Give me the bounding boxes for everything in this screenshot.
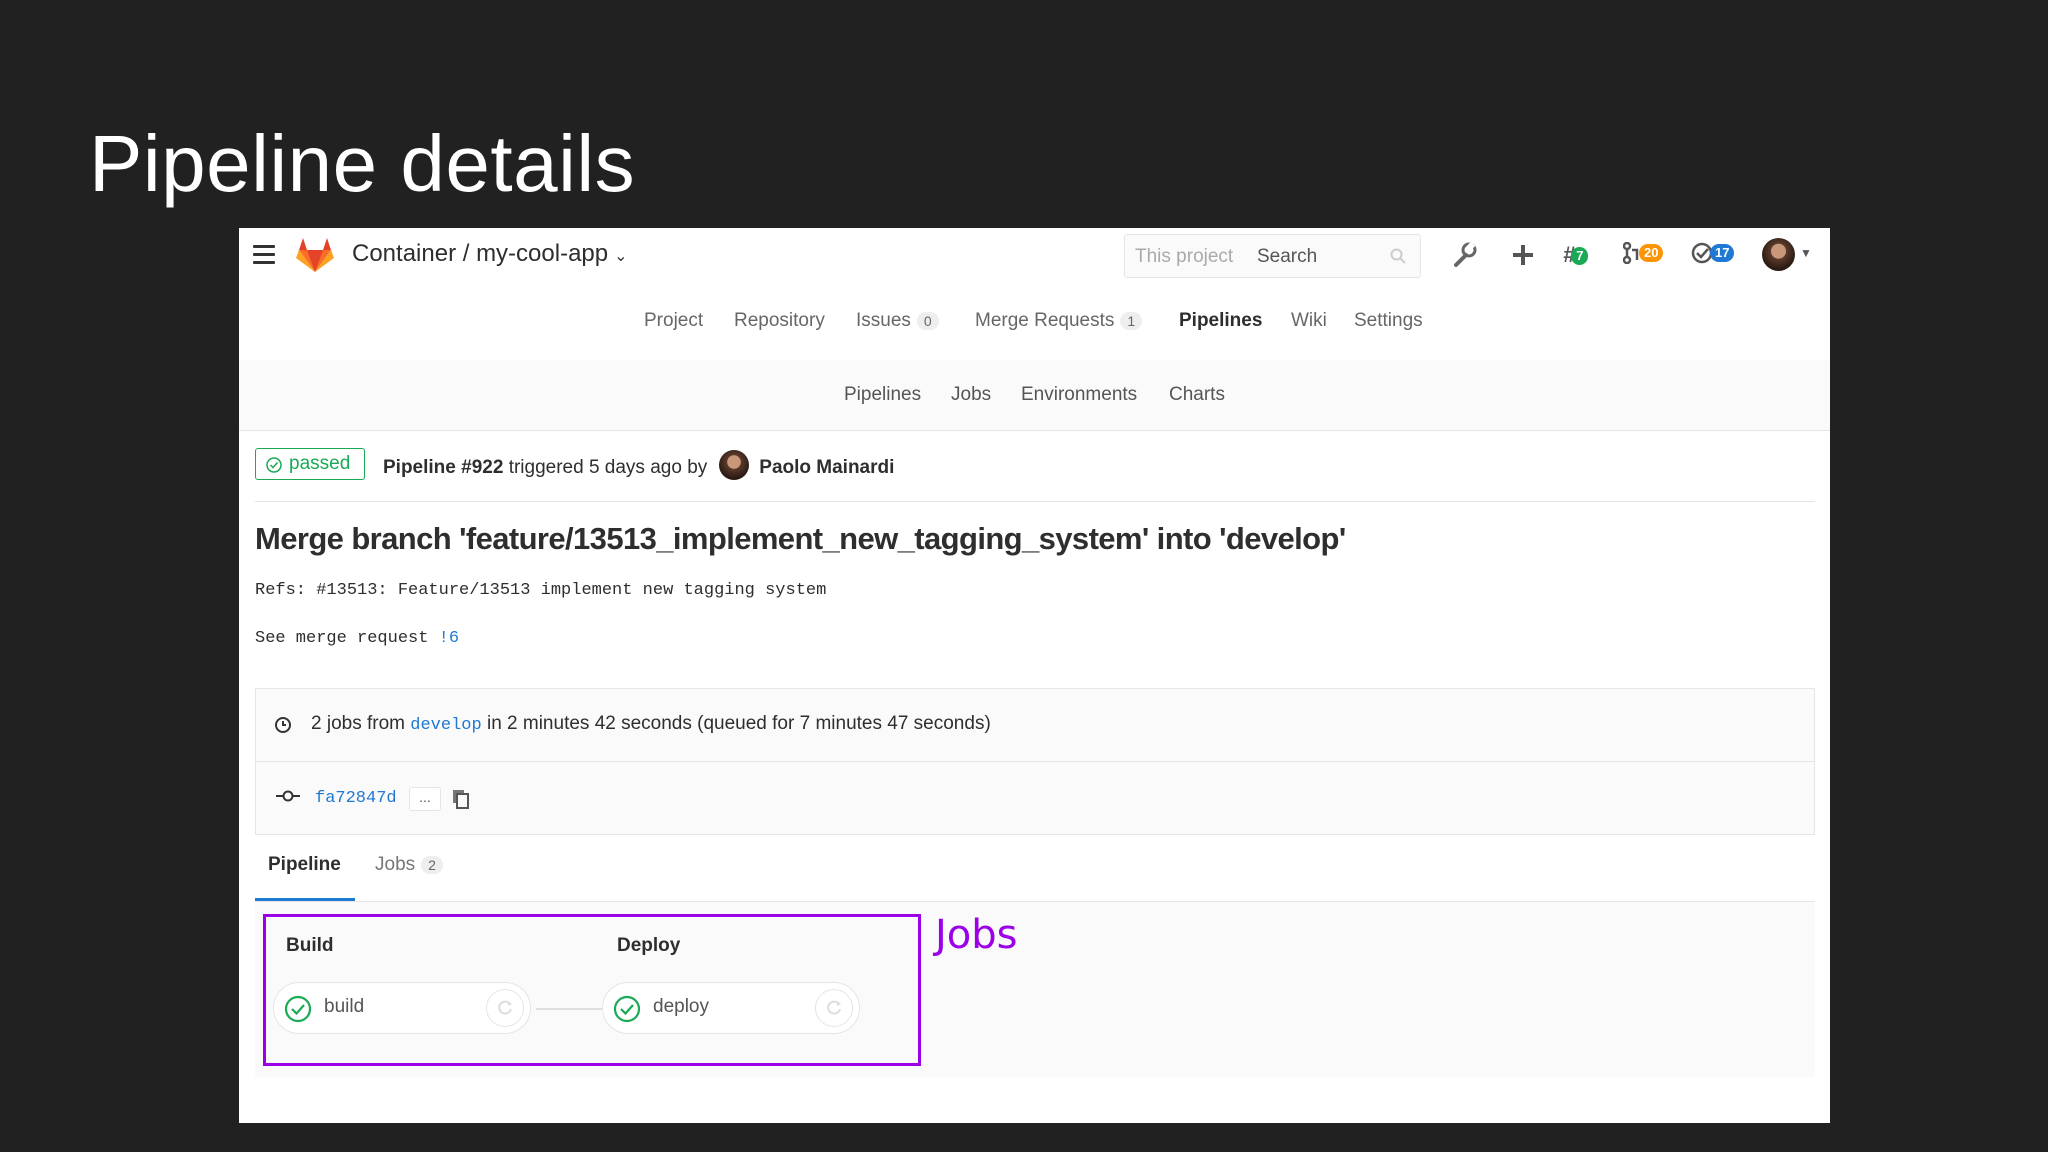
search-icon	[1390, 248, 1406, 264]
jobs-count: 2	[421, 856, 443, 874]
chevron-down-icon: ⌄	[614, 248, 628, 265]
nav-wiki-label: Wiki	[1291, 310, 1327, 331]
triggered-text: triggered 5 days ago by	[508, 457, 708, 479]
expand-commit-button[interactable]: ...	[409, 787, 441, 811]
jobs-annotation: Jobs	[935, 912, 1018, 958]
divider	[255, 501, 1815, 502]
tab-jobs-label: Jobs	[375, 854, 416, 875]
check-circle-icon	[266, 457, 282, 473]
nav-pipelines-label: Pipelines	[1179, 310, 1263, 331]
nav-repository[interactable]: Repository	[734, 310, 825, 332]
pipeline-duration-text: 2 jobs from develop in 2 minutes 42 seco…	[311, 713, 991, 735]
search-placeholder: Search	[1257, 246, 1318, 267]
mr-count-badge: 20	[1639, 244, 1664, 262]
commit-title: Merge branch 'feature/13513_implement_ne…	[255, 521, 1346, 556]
tab-pipeline[interactable]: Pipeline	[268, 854, 341, 876]
merge-request-reference: See merge request !6	[255, 629, 459, 648]
tab-jobs[interactable]: Jobs 2	[375, 854, 443, 876]
plus-icon[interactable]	[1511, 242, 1535, 268]
wrench-icon[interactable]	[1451, 242, 1477, 268]
clock-icon	[275, 717, 291, 733]
todos-count-badge: 7	[1571, 246, 1589, 265]
status-badge[interactable]: passed	[255, 448, 365, 480]
issues-shortcut[interactable]: 17	[1691, 242, 1735, 268]
commit-description: Refs: #13513: Feature/13513 implement ne…	[255, 581, 827, 600]
search-scope: This project	[1135, 246, 1234, 267]
pipeline-meta: Pipeline #922 triggered 5 days ago by Pao…	[383, 450, 894, 483]
issues-count-badge: 17	[1710, 244, 1735, 262]
subnav-pipelines[interactable]: Pipelines	[844, 384, 921, 406]
issues-count: 0	[916, 312, 939, 330]
project-title[interactable]: Container / my-cool-app ⌄	[352, 240, 628, 268]
nav-settings-label: Settings	[1354, 310, 1423, 331]
nav-settings[interactable]: Settings	[1354, 310, 1423, 332]
mr-count: 1	[1120, 312, 1143, 330]
todos-shortcut[interactable]: #7	[1563, 242, 1589, 268]
subnav-jobs[interactable]: Jobs	[951, 384, 991, 406]
top-header: Container / my-cool-app ⌄ This project Se…	[239, 228, 1830, 284]
nav-issues-label: Issues	[856, 310, 911, 331]
info-suffix: in 2 minutes 42 seconds (queued for 7 mi…	[486, 713, 991, 734]
subnav-charts[interactable]: Charts	[1169, 384, 1225, 406]
caret-down-icon[interactable]: ▼	[1800, 246, 1812, 260]
branch-link[interactable]: develop	[410, 716, 481, 735]
commit-icon	[276, 790, 300, 802]
pipeline-duration-row: 2 jobs from develop in 2 minutes 42 seco…	[256, 689, 1814, 762]
project-path: Container / my-cool-app	[352, 240, 609, 267]
nav-merge-requests[interactable]: Merge Requests 1	[975, 310, 1143, 332]
gitlab-logo-icon[interactable]	[295, 236, 335, 274]
pipeline-info-box: 2 jobs from develop in 2 minutes 42 seco…	[255, 688, 1815, 835]
slide-title: Pipeline details	[89, 119, 636, 208]
nav-wiki[interactable]: Wiki	[1291, 310, 1327, 332]
nav-project[interactable]: Project	[644, 310, 703, 332]
commit-sha-link[interactable]: fa72847d	[315, 789, 397, 808]
merge-requests-shortcut[interactable]: 20	[1622, 241, 1664, 268]
nav-mr-label: Merge Requests	[975, 310, 1115, 331]
author-avatar[interactable]	[719, 450, 750, 480]
hamburger-menu-icon[interactable]	[253, 245, 275, 265]
user-avatar[interactable]	[1762, 238, 1795, 271]
mr-prefix: See merge request	[255, 629, 429, 648]
nav-issues[interactable]: Issues 0	[856, 310, 939, 332]
pipelines-subnav: Pipelines Jobs Environments Charts	[239, 360, 1830, 431]
nav-repository-label: Repository	[734, 310, 825, 331]
search-input[interactable]: This project Search	[1124, 234, 1421, 278]
jobs-highlight-box	[263, 914, 921, 1066]
nav-project-label: Project	[644, 310, 704, 331]
status-label: passed	[289, 453, 351, 474]
pipeline-id: Pipeline #922	[383, 457, 504, 479]
subnav-environments[interactable]: Environments	[1021, 384, 1137, 406]
copy-icon[interactable]	[452, 789, 470, 809]
nav-pipelines[interactable]: Pipelines	[1179, 310, 1262, 332]
mr-link[interactable]: !6	[439, 629, 459, 648]
author-name[interactable]: Paolo Mainardi	[759, 457, 894, 478]
info-prefix: 2 jobs from	[311, 713, 405, 734]
